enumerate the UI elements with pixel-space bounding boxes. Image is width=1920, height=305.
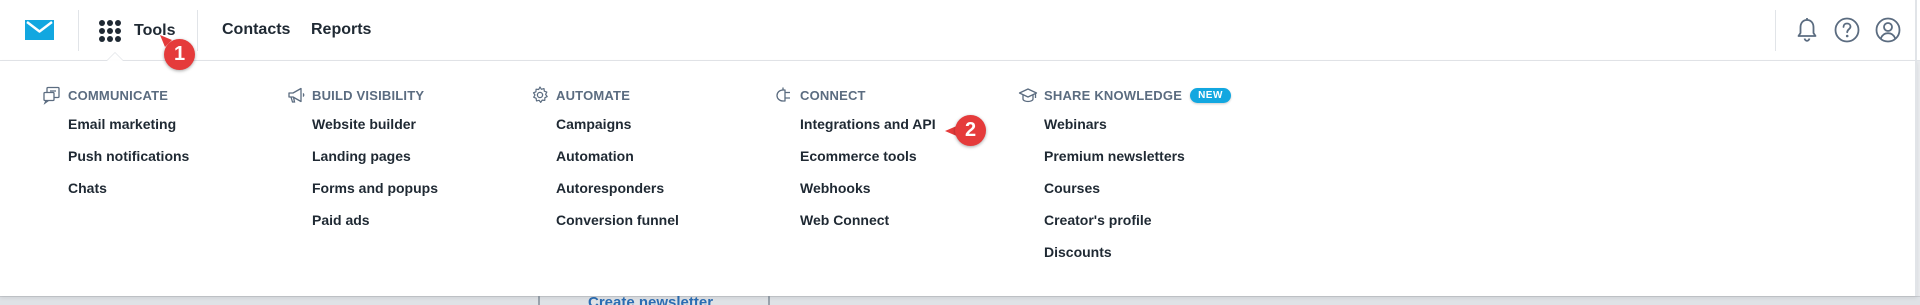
megaphone-icon <box>288 87 305 103</box>
menu-item-discounts[interactable]: Discounts <box>1044 245 1231 278</box>
step-badge-1: 1 <box>160 35 195 70</box>
menu-item-integrations-and-api[interactable]: Integrations and API <box>800 117 936 150</box>
menu-column-title: SHARE KNOWLEDGE <box>1044 87 1183 103</box>
menu-item-courses[interactable]: Courses <box>1044 181 1231 214</box>
menu-item-ecommerce-tools[interactable]: Ecommerce tools <box>800 149 936 182</box>
bell-icon[interactable] <box>1793 16 1821 44</box>
nav-divider <box>197 10 198 51</box>
background-divider <box>538 296 540 305</box>
background-create-newsletter-link[interactable]: Create newsletter <box>588 295 713 305</box>
top-navigation-bar: Tools Contacts Reports <box>0 0 1920 61</box>
menu-item-automation[interactable]: Automation <box>556 149 679 182</box>
menu-item-landing-pages[interactable]: Landing pages <box>312 149 438 182</box>
menu-item-paid-ads[interactable]: Paid ads <box>312 213 438 246</box>
step-number: 2 <box>955 115 986 146</box>
communicate-icon <box>43 86 60 105</box>
envelope-logo-icon[interactable] <box>24 19 55 41</box>
graduation-cap-icon <box>1018 88 1038 103</box>
menu-item-web-connect[interactable]: Web Connect <box>800 213 936 246</box>
nav-divider <box>78 10 79 51</box>
menu-item-push-notifications[interactable]: Push notifications <box>68 149 189 182</box>
menu-item-autoresponders[interactable]: Autoresponders <box>556 181 679 214</box>
nav-divider <box>1775 10 1776 51</box>
menu-column-title: CONNECT <box>800 87 866 103</box>
menu-column-title: COMMUNICATE <box>68 87 169 103</box>
menu-item-forms-and-popups[interactable]: Forms and popups <box>312 181 438 214</box>
menu-column-communicate: COMMUNICATE Email marketing Push notific… <box>42 85 189 214</box>
menu-column-share-knowledge: SHARE KNOWLEDGE NEW Webinars Premium new… <box>1018 85 1231 278</box>
menu-column-connect: CONNECT Integrations and API Ecommerce t… <box>774 85 936 246</box>
plug-icon <box>776 87 790 102</box>
menu-item-webinars[interactable]: Webinars <box>1044 117 1231 150</box>
page: Create newsletter Tools Contacts Reports <box>0 0 1920 305</box>
menu-item-conversion-funnel[interactable]: Conversion funnel <box>556 213 679 246</box>
user-account-icon[interactable] <box>1874 16 1902 44</box>
badge-pointer <box>160 35 172 47</box>
grid-dots-icon <box>99 20 121 42</box>
menu-item-email-marketing[interactable]: Email marketing <box>68 117 189 150</box>
tools-dropdown-menu: COMMUNICATE Email marketing Push notific… <box>0 61 1917 296</box>
help-icon[interactable] <box>1833 16 1861 44</box>
gear-icon <box>532 86 548 103</box>
menu-column-title: BUILD VISIBILITY <box>312 87 425 103</box>
panel-edge <box>1915 0 1917 61</box>
nav-contacts[interactable]: Contacts <box>222 21 290 39</box>
menu-column-title: AUTOMATE <box>556 87 631 103</box>
menu-item-website-builder[interactable]: Website builder <box>312 117 438 150</box>
menu-item-premium-newsletters[interactable]: Premium newsletters <box>1044 149 1231 182</box>
menu-column-automate: AUTOMATE Campaigns Automation Autorespon… <box>530 85 679 246</box>
background-divider <box>768 296 770 305</box>
nav-reports[interactable]: Reports <box>311 21 371 39</box>
menu-item-creators-profile[interactable]: Creator's profile <box>1044 213 1231 246</box>
new-badge: NEW <box>1190 87 1231 103</box>
background-content <box>0 296 1920 305</box>
menu-item-webhooks[interactable]: Webhooks <box>800 181 936 214</box>
step-badge-2: 2 <box>945 115 986 146</box>
menu-item-chats[interactable]: Chats <box>68 181 189 214</box>
menu-column-build-visibility: BUILD VISIBILITY Website builder Landing… <box>286 85 438 246</box>
menu-item-campaigns[interactable]: Campaigns <box>556 117 679 150</box>
